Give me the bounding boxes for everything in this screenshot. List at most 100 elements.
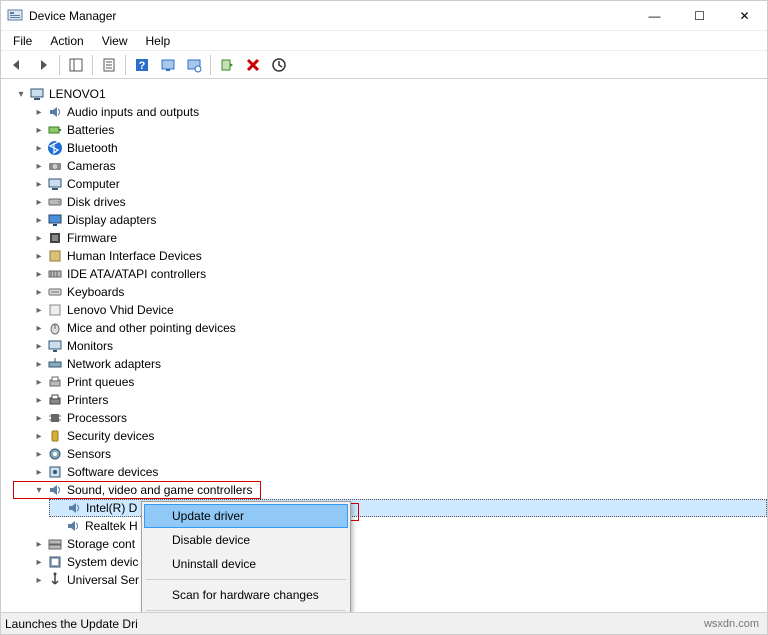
expander-icon[interactable]: ▸ — [33, 232, 45, 244]
expander-icon[interactable]: ▸ — [33, 376, 45, 388]
expander-icon[interactable]: ▸ — [33, 466, 45, 478]
context-menu-separator — [146, 610, 346, 611]
expander-icon[interactable]: ▸ — [33, 448, 45, 460]
close-button[interactable]: ✕ — [722, 1, 767, 31]
properties-button[interactable] — [97, 54, 121, 76]
menu-view[interactable]: View — [94, 32, 136, 50]
menu-file[interactable]: File — [5, 32, 40, 50]
tree-category-label: Bluetooth — [67, 141, 118, 155]
sensor-icon — [47, 446, 63, 462]
expander-icon[interactable]: ▾ — [33, 484, 45, 496]
tree-category[interactable]: ▸ Firmware — [31, 229, 767, 247]
expander-icon[interactable]: ▸ — [33, 340, 45, 352]
tree-category-label: Firmware — [67, 231, 117, 245]
scan-hardware-button[interactable] — [182, 54, 206, 76]
tree-category-label: Monitors — [67, 339, 113, 353]
tree-category-label: Display adapters — [67, 213, 156, 227]
tree-category[interactable]: ▸ Keyboards — [31, 283, 767, 301]
tree-category-label: Computer — [67, 177, 120, 191]
expander-icon[interactable]: ▸ — [33, 574, 45, 586]
computer-icon — [47, 176, 63, 192]
expander-icon[interactable]: ▸ — [33, 286, 45, 298]
tree-category[interactable]: ▸ Bluetooth — [31, 139, 767, 157]
tree-category[interactable]: ▸ Sensors — [31, 445, 767, 463]
expander-icon[interactable]: ▸ — [33, 214, 45, 226]
expander-icon[interactable]: ▸ — [33, 250, 45, 262]
expander-icon[interactable]: ▸ — [33, 412, 45, 424]
expander-icon[interactable]: ▸ — [33, 160, 45, 172]
minimize-button[interactable]: — — [632, 1, 677, 31]
expander-icon[interactable]: ▸ — [33, 124, 45, 136]
expander-icon[interactable]: ▸ — [33, 430, 45, 442]
tree-category[interactable]: ▸ Computer — [31, 175, 767, 193]
tree-category[interactable]: ▸ Display adapters — [31, 211, 767, 229]
security-icon — [47, 428, 63, 444]
tree-category[interactable]: ▸ Human Interface Devices — [31, 247, 767, 265]
tree-category-label: Sensors — [67, 447, 111, 461]
tree-category[interactable]: ▸ Batteries — [31, 121, 767, 139]
tree-category[interactable]: ▸ Mice and other pointing devices — [31, 319, 767, 337]
tree-category-label: Processors — [67, 411, 127, 425]
expander-icon[interactable]: ▸ — [33, 268, 45, 280]
context-menu-item[interactable]: Uninstall device — [144, 552, 348, 576]
expander-icon[interactable]: ▸ — [33, 304, 45, 316]
expander-icon[interactable]: ▸ — [33, 538, 45, 550]
tree-category[interactable]: ▸ Monitors — [31, 337, 767, 355]
tree-device-label: Intel(R) D — [86, 501, 137, 515]
watermark: wsxdn.com — [704, 618, 759, 630]
help-button[interactable]: ? — [130, 54, 154, 76]
tree-category-label: Disk drives — [67, 195, 126, 209]
software-icon — [47, 464, 63, 480]
tree-category[interactable]: ▸ Cameras — [31, 157, 767, 175]
update-driver-button[interactable] — [156, 54, 180, 76]
context-menu-separator — [146, 579, 346, 580]
context-menu-item[interactable]: Scan for hardware changes — [144, 583, 348, 607]
printer-icon — [47, 392, 63, 408]
tree-category[interactable]: ▾ Sound, video and game controllers — [31, 481, 767, 499]
tree-category[interactable]: ▸ Printers — [31, 391, 767, 409]
tree-category-label: Keyboards — [67, 285, 124, 299]
menu-action[interactable]: Action — [42, 32, 91, 50]
menu-help[interactable]: Help — [138, 32, 179, 50]
expander-icon[interactable]: ▸ — [33, 358, 45, 370]
tree-category[interactable]: ▸ Processors — [31, 409, 767, 427]
app-icon — [7, 8, 23, 24]
firmware-icon — [47, 230, 63, 246]
tree-category[interactable]: ▸ Lenovo Vhid Device — [31, 301, 767, 319]
forward-button[interactable] — [31, 54, 55, 76]
tree-category[interactable]: ▸ IDE ATA/ATAPI controllers — [31, 265, 767, 283]
tree-root-node[interactable]: ▾ LENOVO1 — [13, 85, 767, 103]
tree-category[interactable]: ▸ Network adapters — [31, 355, 767, 373]
tree-category[interactable]: ▸ Print queues — [31, 373, 767, 391]
expander-icon[interactable]: ▸ — [33, 394, 45, 406]
show-hide-console-button[interactable] — [64, 54, 88, 76]
device-tree[interactable]: ▾ LENOVO1 ▸ Audio inputs and outputs ▸ B… — [1, 81, 767, 612]
maximize-button[interactable]: ☐ — [677, 1, 722, 31]
expander-icon[interactable]: ▸ — [33, 178, 45, 190]
tree-category[interactable]: ▸ Audio inputs and outputs — [31, 103, 767, 121]
back-button[interactable] — [5, 54, 29, 76]
expander-icon[interactable]: ▸ — [33, 196, 45, 208]
tree-category-label: Print queues — [67, 375, 134, 389]
titlebar: Device Manager — ☐ ✕ — [1, 1, 767, 31]
tree-root-label: LENOVO1 — [49, 87, 106, 101]
uninstall-device-button[interactable] — [267, 54, 291, 76]
tree-category[interactable]: ▸ Software devices — [31, 463, 767, 481]
tree-category-label: Software devices — [67, 465, 158, 479]
expander-icon[interactable]: ▸ — [33, 556, 45, 568]
enable-device-button[interactable] — [215, 54, 239, 76]
expander-icon[interactable]: ▸ — [33, 106, 45, 118]
tree-category-label: Mice and other pointing devices — [67, 321, 236, 335]
monitor-icon — [47, 338, 63, 354]
expander-icon[interactable]: ▾ — [15, 88, 27, 100]
context-menu-item[interactable]: Disable device — [144, 528, 348, 552]
expander-icon[interactable]: ▸ — [33, 142, 45, 154]
speaker-icon — [47, 104, 63, 120]
expander-icon[interactable]: ▸ — [33, 322, 45, 334]
tree-category[interactable]: ▸ Disk drives — [31, 193, 767, 211]
tree-category-label: Cameras — [67, 159, 116, 173]
tree-category[interactable]: ▸ Security devices — [31, 427, 767, 445]
disable-device-button[interactable] — [241, 54, 265, 76]
context-menu-item[interactable]: Update driver — [144, 504, 348, 528]
tree-category-label: Human Interface Devices — [67, 249, 202, 263]
